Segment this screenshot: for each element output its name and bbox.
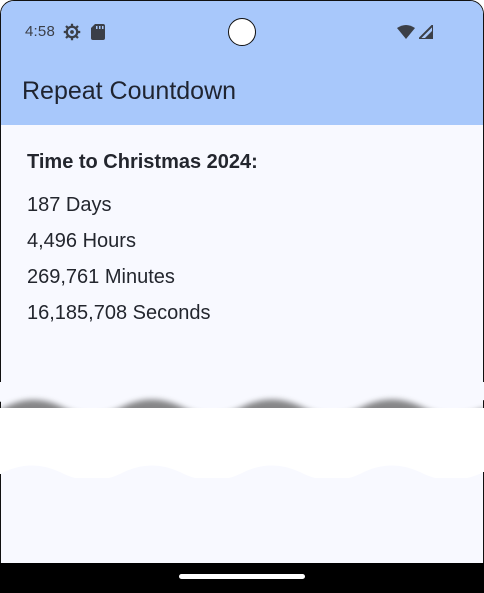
sd-card-icon [91,24,105,40]
countdown-heading: Time to Christmas 2024: [27,151,258,173]
status-time: 4:58 [25,23,55,40]
seconds-value: 16,185,708 Seconds [27,302,211,324]
phone-frame: 4:58 Repeat Countdown Time to Christmas … [0,0,484,593]
hours-value: 4,496 Hours [27,230,136,252]
signal-icon [419,25,433,39]
days-value: 187 Days [27,194,112,216]
home-gesture-handle[interactable] [179,574,305,579]
settings-icon [63,23,81,41]
status-bar: 4:58 [1,1,483,61]
camera-cutout [228,18,256,46]
wifi-icon [397,25,415,39]
minutes-value: 269,761 Minutes [27,266,175,288]
page-title: Repeat Countdown [22,77,237,105]
torn-edge-divider [0,382,484,492]
screen: 4:58 Repeat Countdown Time to Christmas … [0,0,484,593]
